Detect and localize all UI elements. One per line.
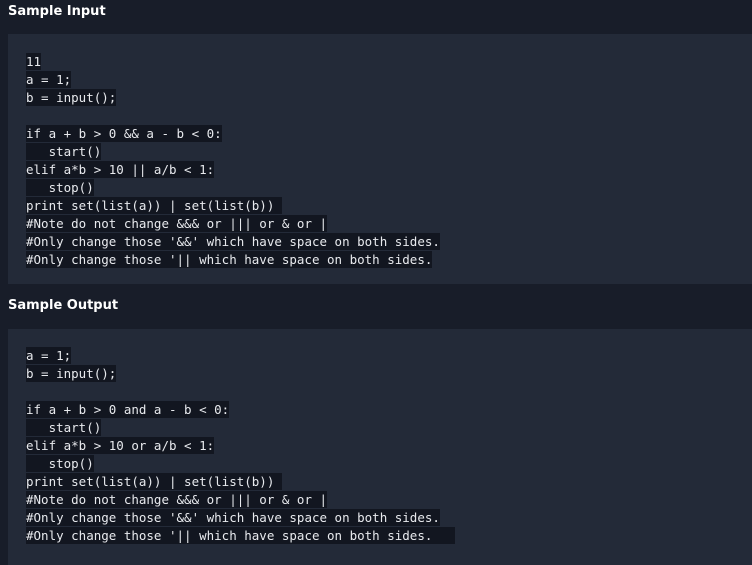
code-line-text: b = input(); xyxy=(26,365,117,382)
code-line-text: print set(list(a)) | set(list(b)) xyxy=(26,473,282,490)
code-line: #Note do not change &&& or ||| or & or | xyxy=(26,491,752,509)
code-line: start() xyxy=(26,419,752,437)
code-line: if a + b > 0 and a - b < 0: xyxy=(26,401,752,419)
code-line-text: if a + b > 0 && a - b < 0: xyxy=(26,125,222,142)
code-line: b = input(); xyxy=(26,89,752,107)
code-line-text: b = input(); xyxy=(26,89,117,106)
code-line: #Only change those '|| which have space … xyxy=(26,527,752,545)
code-line: print set(list(a)) | set(list(b)) xyxy=(26,197,752,215)
code-line: if a + b > 0 && a - b < 0: xyxy=(26,125,752,143)
code-line-text: print set(list(a)) | set(list(b)) xyxy=(26,197,282,214)
code-line-text: #Only change those '&&' which have space… xyxy=(26,509,440,526)
code-line-text: 11 xyxy=(26,53,42,70)
code-line-text: #Only change those '|| which have space … xyxy=(26,527,455,544)
code-line: #Only change those '|| which have space … xyxy=(26,251,752,269)
code-line: a = 1; xyxy=(26,71,752,89)
code-line-text: #Only change those '|| which have space … xyxy=(26,251,433,268)
code-line: elif a*b > 10 || a/b < 1: xyxy=(26,161,752,179)
code-line: a = 1; xyxy=(26,347,752,365)
code-line: #Only change those '&&' which have space… xyxy=(26,509,752,527)
code-line-text: stop() xyxy=(26,179,94,196)
code-line-text: #Note do not change &&& or ||| or & or | xyxy=(26,491,328,508)
code-line: #Only change those '&&' which have space… xyxy=(26,233,752,251)
code-line-text: start() xyxy=(26,143,102,160)
sample-output-code-block: a = 1; b = input(); if a + b > 0 and a - b… xyxy=(8,329,752,565)
code-line-text: #Only change those '&&' which have space… xyxy=(26,233,440,250)
code-line-text: elif a*b > 10 || a/b < 1: xyxy=(26,161,215,178)
code-line-text: stop() xyxy=(26,455,94,472)
code-line-text: elif a*b > 10 or a/b < 1: xyxy=(26,437,215,454)
code-line: stop() xyxy=(26,179,752,197)
code-line: #Note do not change &&& or ||| or & or | xyxy=(26,215,752,233)
sample-output-heading: Sample Output xyxy=(8,298,119,313)
code-line: start() xyxy=(26,143,752,161)
sample-input-heading: Sample Input xyxy=(8,4,106,19)
code-line: 11 xyxy=(26,53,752,71)
code-line-text: a = 1; xyxy=(26,71,72,88)
code-line-text: #Note do not change &&& or ||| or & or | xyxy=(26,215,328,232)
code-line-text: if a + b > 0 and a - b < 0: xyxy=(26,401,230,418)
code-line: b = input(); xyxy=(26,365,752,383)
code-line: print set(list(a)) | set(list(b)) xyxy=(26,473,752,491)
code-line-text: start() xyxy=(26,419,102,436)
sample-input-code-block: 11 a = 1; b = input(); if a + b > 0 && a - … xyxy=(8,34,752,284)
code-line: stop() xyxy=(26,455,752,473)
code-line: elif a*b > 10 or a/b < 1: xyxy=(26,437,752,455)
code-line-text: a = 1; xyxy=(26,347,72,364)
